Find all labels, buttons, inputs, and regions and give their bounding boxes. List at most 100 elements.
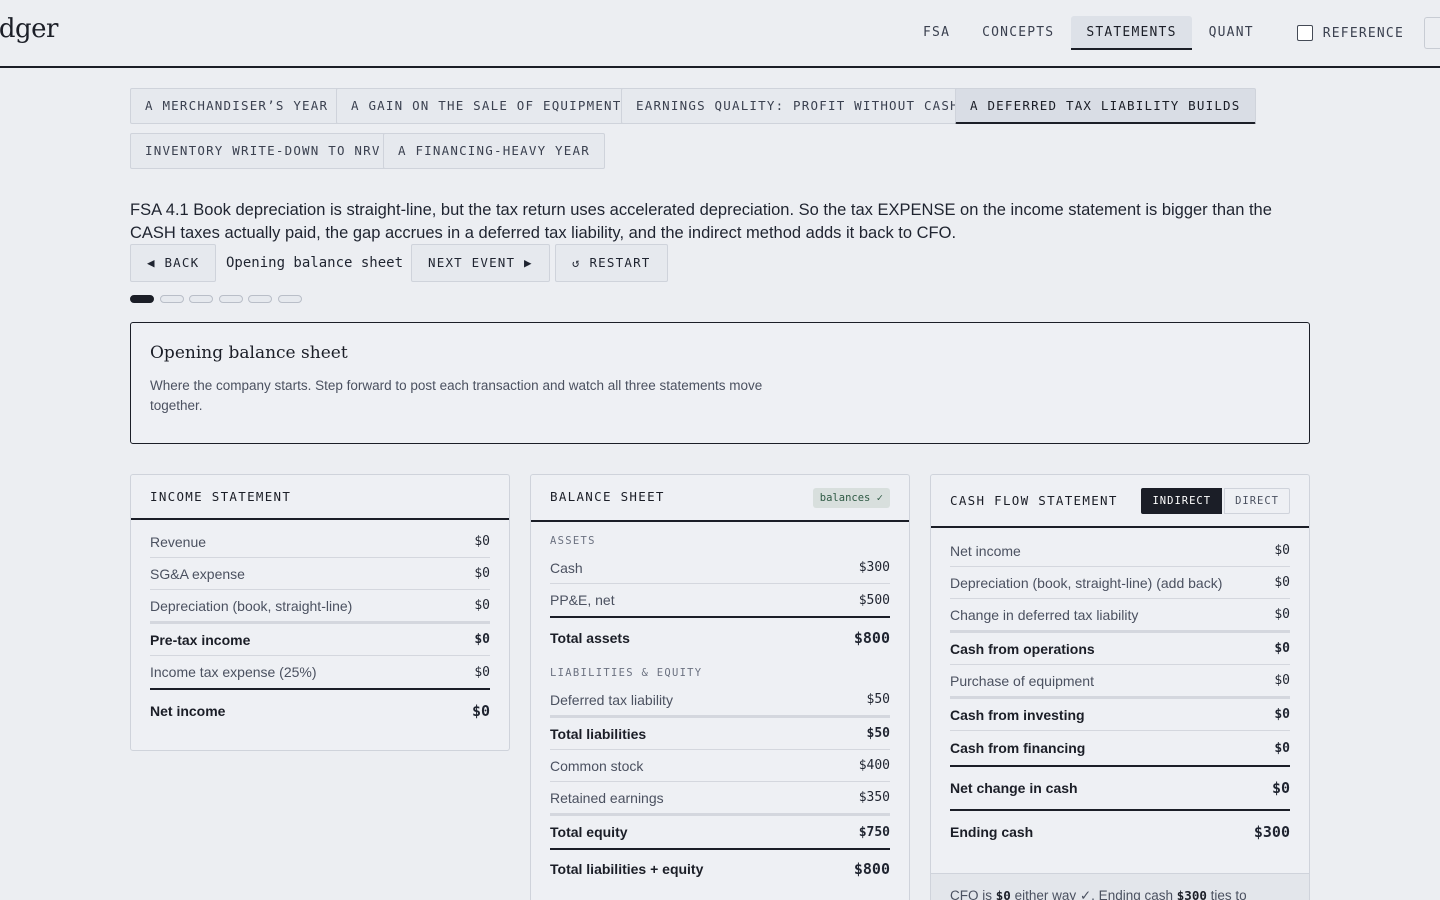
bs-row-total-liabilities: Total liabilities $50 — [550, 716, 890, 750]
row-label: Depreciation (book, straight-line) — [150, 597, 353, 614]
row-value: $0 — [474, 664, 490, 680]
cash-flow-title: CASH FLOW STATEMENT — [950, 493, 1118, 508]
next-event-button[interactable]: NEXT EVENT ▶ — [411, 244, 550, 282]
progress-dot[interactable] — [159, 295, 184, 303]
row-label: Net change in cash — [950, 780, 1078, 796]
row-label: Total liabilities + equity — [550, 861, 704, 877]
note-prefix: CFO is — [950, 888, 992, 900]
progress-dot[interactable] — [277, 295, 302, 303]
cf-row-cfo: Cash from operations $0 — [950, 631, 1290, 665]
cf-row-equipment: Purchase of equipment $0 — [950, 665, 1290, 697]
row-value: $50 — [866, 692, 890, 707]
event-panel: Opening balance sheet Where the company … — [130, 322, 1310, 444]
row-value: $400 — [858, 758, 890, 773]
note-suffix: ties to — [1210, 888, 1247, 900]
row-value: $0 — [474, 632, 490, 647]
top-bar: edger FSA CONCEPTS STATEMENTS QUANT REFE… — [0, 0, 1440, 68]
row-label: Retained earnings — [550, 789, 664, 806]
reference-toggle[interactable]: REFERENCE — [1296, 25, 1404, 41]
row-value: $0 — [1274, 673, 1290, 688]
row-value: $0 — [1274, 641, 1290, 656]
row-value: $0 — [471, 702, 490, 720]
row-label: Change in deferred tax liability — [950, 606, 1139, 623]
back-button[interactable]: ◀ BACK — [130, 244, 217, 282]
progress-dots — [130, 295, 307, 303]
row-label: Income tax expense (25%) — [150, 664, 317, 680]
row-label: PP&E, net — [550, 592, 615, 608]
row-value: $0 — [1274, 740, 1290, 756]
main-nav: FSA CONCEPTS STATEMENTS QUANT REFERENCE — [908, 16, 1440, 50]
tab-concepts[interactable]: CONCEPTS — [967, 16, 1069, 50]
row-label: Cash from investing — [950, 706, 1085, 723]
income-statement-card: INCOME STATEMENT Revenue $0 SG&A expense… — [130, 474, 510, 751]
is-row-sga: SG&A expense $0 — [150, 558, 490, 590]
note-middle: either way ✓. Ending cash — [1014, 888, 1173, 900]
tab-quant[interactable]: QUANT — [1194, 16, 1269, 50]
row-value: $500 — [858, 592, 890, 608]
row-value: $0 — [1274, 543, 1290, 558]
balance-sheet-header: BALANCE SHEET balances ✓ — [531, 475, 909, 522]
row-label: Net income — [950, 542, 1021, 559]
row-value: $0 — [474, 534, 490, 549]
row-value: $350 — [858, 790, 890, 805]
row-value: $0 — [474, 598, 490, 613]
row-label: Deferred tax liability — [550, 691, 673, 708]
is-row-net-income: Net income $0 — [150, 688, 490, 732]
row-value: $0 — [1274, 607, 1290, 622]
row-value: $750 — [858, 824, 890, 840]
balances-badge: balances ✓ — [812, 488, 890, 508]
bs-row-total-liabilities-equity: Total liabilities + equity $800 — [550, 848, 890, 888]
row-value: $300 — [1253, 823, 1290, 841]
scenario-chip-merchandiser[interactable]: A MERCHANDISER’S YEAR — [130, 88, 344, 124]
cash-flow-method-toggle: INDIRECT DIRECT — [1141, 488, 1290, 514]
progress-dot[interactable] — [218, 295, 243, 303]
bs-row-retained-earnings: Retained earnings $350 — [550, 782, 890, 814]
row-value: $800 — [853, 860, 890, 878]
progress-dot[interactable] — [130, 295, 154, 303]
progress-dot[interactable] — [248, 295, 272, 303]
row-value: $300 — [858, 560, 890, 575]
restart-button[interactable]: ↺ RESTART — [555, 244, 668, 282]
tab-statements[interactable]: STATEMENTS — [1071, 16, 1192, 50]
row-value: $0 — [1271, 779, 1290, 797]
row-label: Cash — [550, 559, 583, 576]
bs-row-total-equity: Total equity $750 — [550, 814, 890, 848]
reference-checkbox[interactable] — [1296, 25, 1313, 41]
row-label: Net income — [150, 703, 226, 719]
indirect-method-button[interactable]: INDIRECT — [1141, 488, 1223, 514]
scenario-chip-deferred-tax[interactable]: A DEFERRED TAX LIABILITY BUILDS — [955, 88, 1256, 124]
reference-label: REFERENCE — [1322, 25, 1404, 41]
scenario-chip-financing-heavy[interactable]: A FINANCING-HEAVY YEAR — [383, 133, 605, 169]
cf-row-dtl-change: Change in deferred tax liability $0 — [950, 599, 1290, 631]
row-label: Cash from financing — [950, 740, 1086, 756]
row-value: $0 — [1274, 707, 1290, 722]
scenario-chip-inventory-writedown[interactable]: INVENTORY WRITE-DOWN TO NRV — [130, 133, 396, 169]
is-row-tax: Income tax expense (25%) $0 — [150, 656, 490, 688]
row-label: Total assets — [550, 630, 630, 646]
cash-flow-card: CASH FLOW STATEMENT INDIRECT DIRECT Net … — [930, 474, 1310, 900]
row-label: Depreciation (book, straight-line) (add … — [950, 574, 1223, 591]
cf-row-depreciation: Depreciation (book, straight-line) (add … — [950, 567, 1290, 599]
cf-row-net-income: Net income $0 — [950, 535, 1290, 567]
scenario-chip-earnings-quality[interactable]: EARNINGS QUALITY: PROFIT WITHOUT CASH — [621, 88, 974, 124]
row-label: Ending cash — [950, 824, 1034, 840]
row-label: Revenue — [150, 533, 207, 550]
row-label: Common stock — [550, 757, 644, 774]
is-row-revenue: Revenue $0 — [150, 526, 490, 558]
scenario-chip-gain-on-sale[interactable]: A GAIN ON THE SALE OF EQUIPMENT — [336, 88, 637, 124]
cf-row-cff: Cash from financing $0 — [950, 731, 1290, 765]
income-statement-title: INCOME STATEMENT — [150, 489, 292, 504]
direct-method-button[interactable]: DIRECT — [1224, 488, 1290, 514]
tab-fsa[interactable]: FSA — [908, 16, 965, 50]
menu-button-edge[interactable] — [1424, 17, 1440, 49]
income-statement-header: INCOME STATEMENT — [131, 475, 509, 520]
row-label: Total equity — [550, 824, 628, 840]
row-label: Pre-tax income — [150, 631, 251, 648]
bs-row-common-stock: Common stock $400 — [550, 750, 890, 782]
bs-row-ppe: PP&E, net $500 — [550, 584, 890, 616]
row-label: Cash from operations — [950, 640, 1095, 657]
app-logo[interactable]: edger — [0, 14, 59, 44]
row-value: $0 — [474, 566, 490, 581]
cash-flow-tie-note: CFO is $0 either way ✓. Ending cash $300… — [931, 873, 1309, 900]
progress-dot[interactable] — [189, 295, 213, 303]
